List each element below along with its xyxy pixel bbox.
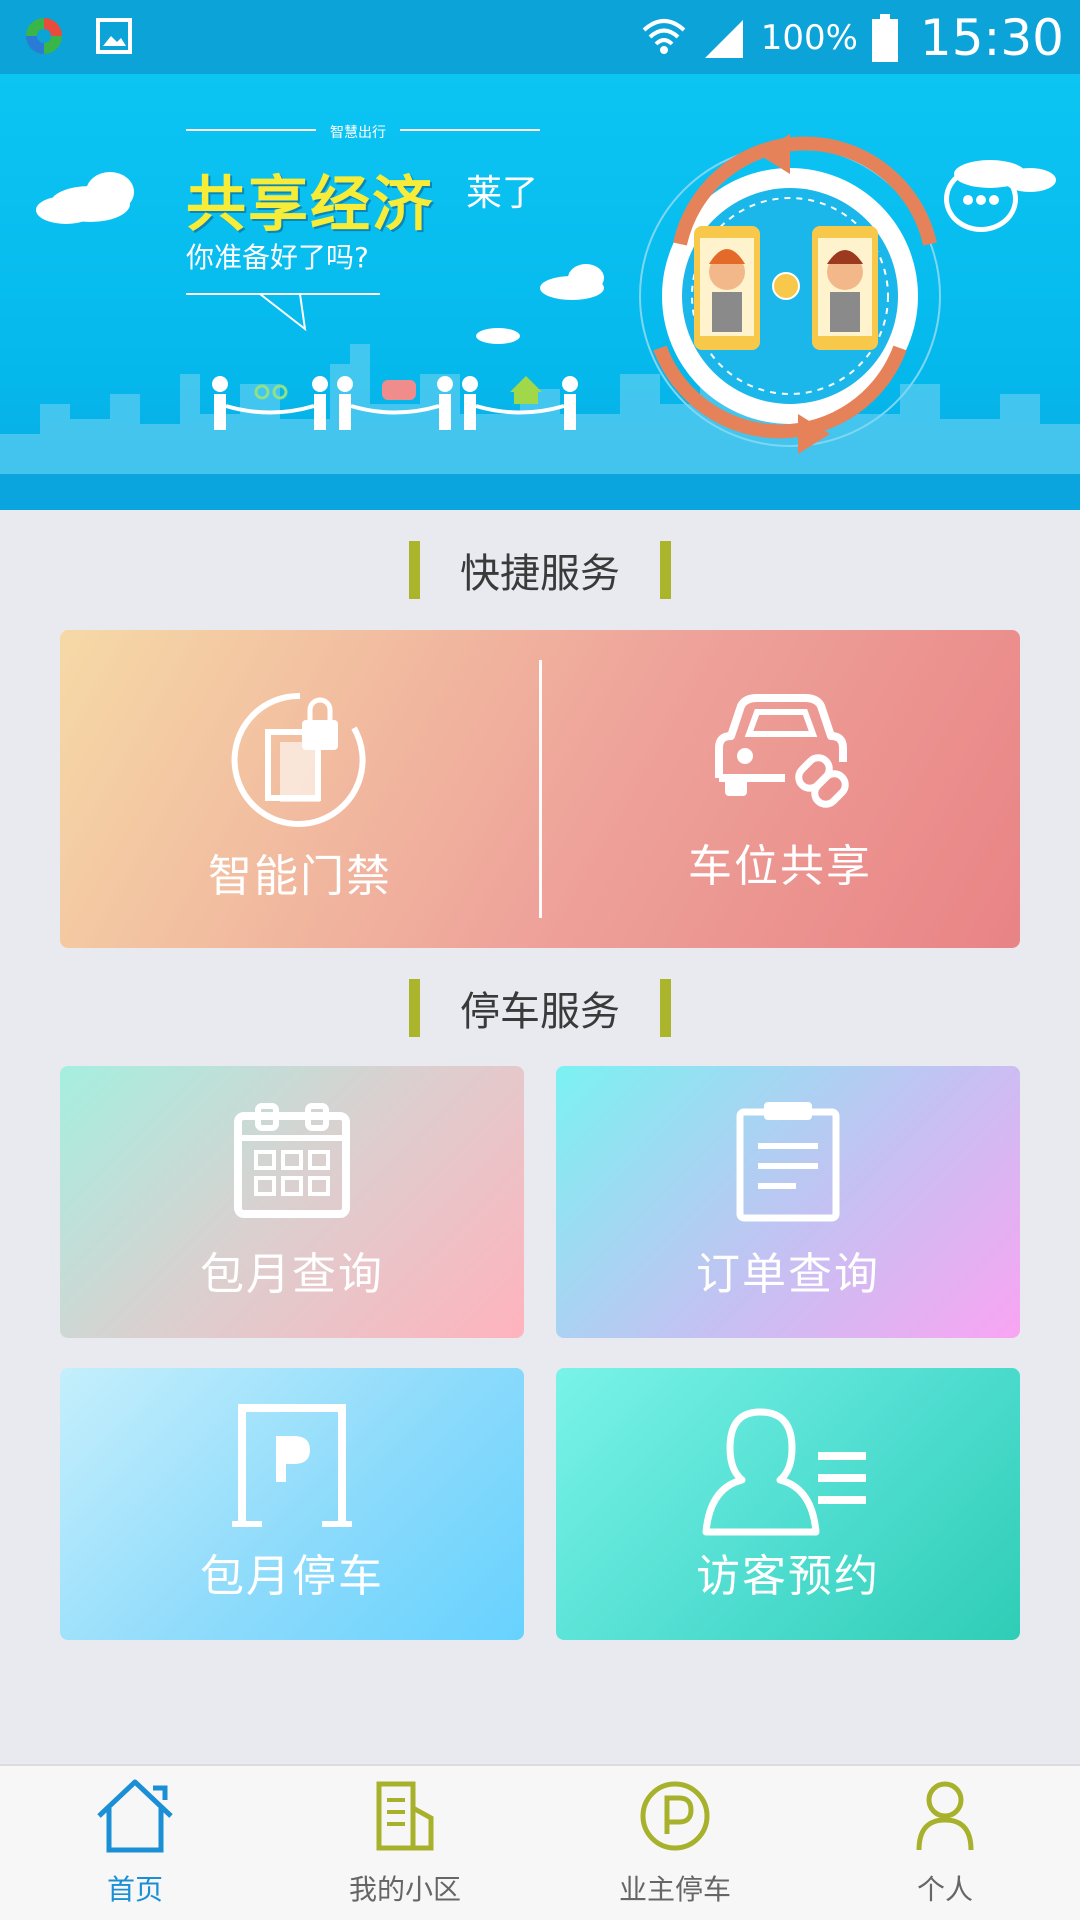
calendar-icon — [234, 1103, 350, 1218]
card-label: 车位共享 — [688, 841, 872, 892]
banner-title-suffix: 莱了 — [466, 173, 539, 214]
car-share-icon — [715, 694, 849, 808]
banner-title: 共享经济 — [186, 170, 434, 240]
section-title: 停车服务 — [460, 989, 620, 1035]
chat-icon[interactable] — [944, 166, 1018, 232]
parking-gate-icon — [232, 1404, 352, 1527]
nav-label: 业主停车 — [618, 1873, 731, 1906]
card-label: 包月查询 — [200, 1249, 384, 1300]
clock: 15:30 — [919, 9, 1064, 67]
parking-space-share-button[interactable]: 车位共享 — [540, 630, 1020, 948]
card-label: 访客预约 — [696, 1551, 880, 1602]
bottom-navigation: 首页 我的小区 业主停车 个人 — [0, 1764, 1080, 1920]
signal-icon — [704, 20, 743, 58]
banner-subtitle: 你准备好了吗? — [186, 241, 369, 274]
card-label: 包月停车 — [200, 1551, 384, 1602]
visitor-icon — [702, 1408, 866, 1536]
monthly-parking-button[interactable]: 包月停车 — [60, 1368, 524, 1640]
community-icon — [376, 1781, 434, 1851]
order-query-button[interactable]: 订单查询 — [556, 1066, 1020, 1338]
nav-label: 首页 — [106, 1873, 163, 1906]
banner-caption: 智慧出行 — [330, 125, 386, 141]
nav-label: 我的小区 — [348, 1873, 461, 1906]
door-lock-icon — [231, 692, 366, 827]
smart-door-access-button[interactable]: 智能门禁 — [60, 630, 540, 948]
nav-item-my-community[interactable]: 我的小区 — [270, 1766, 540, 1920]
status-bar: 100% 15:30 — [0, 0, 1080, 74]
visitor-reservation-button[interactable]: 访客预约 — [556, 1368, 1020, 1640]
banner-illustration — [0, 129, 1080, 510]
section-header-parking-services: 停车服务 — [0, 978, 1080, 1038]
section-bar-right — [660, 541, 671, 599]
card-label: 订单查询 — [696, 1249, 880, 1300]
monthly-query-button[interactable]: 包月查询 — [60, 1066, 524, 1338]
promo-banner[interactable]: 智慧出行 共享经济 莱了 你准备好了吗? — [0, 74, 1080, 510]
section-bar-left — [409, 979, 420, 1037]
home-icon — [97, 1779, 173, 1853]
image-notification-icon — [96, 18, 132, 54]
app-notification-icon — [26, 18, 62, 54]
section-bar-left — [409, 541, 420, 599]
nav-item-home[interactable]: 首页 — [0, 1766, 270, 1920]
wifi-icon — [642, 19, 686, 54]
person-icon — [916, 1781, 974, 1851]
nav-item-owner-parking[interactable]: 业主停车 — [540, 1766, 810, 1920]
nav-item-personal[interactable]: 个人 — [810, 1766, 1080, 1920]
clipboard-icon — [736, 1102, 840, 1222]
nav-label: 个人 — [916, 1873, 973, 1906]
section-header-quick-services: 快捷服务 — [0, 540, 1080, 600]
parking-icon — [640, 1781, 710, 1851]
quick-services-card: 智能门禁 车位共享 — [60, 630, 1020, 948]
section-title: 快捷服务 — [460, 551, 620, 597]
battery-percent: 100% — [760, 18, 858, 58]
battery-icon — [871, 14, 898, 62]
card-label: 智能门禁 — [208, 851, 392, 902]
section-bar-right — [660, 979, 671, 1037]
